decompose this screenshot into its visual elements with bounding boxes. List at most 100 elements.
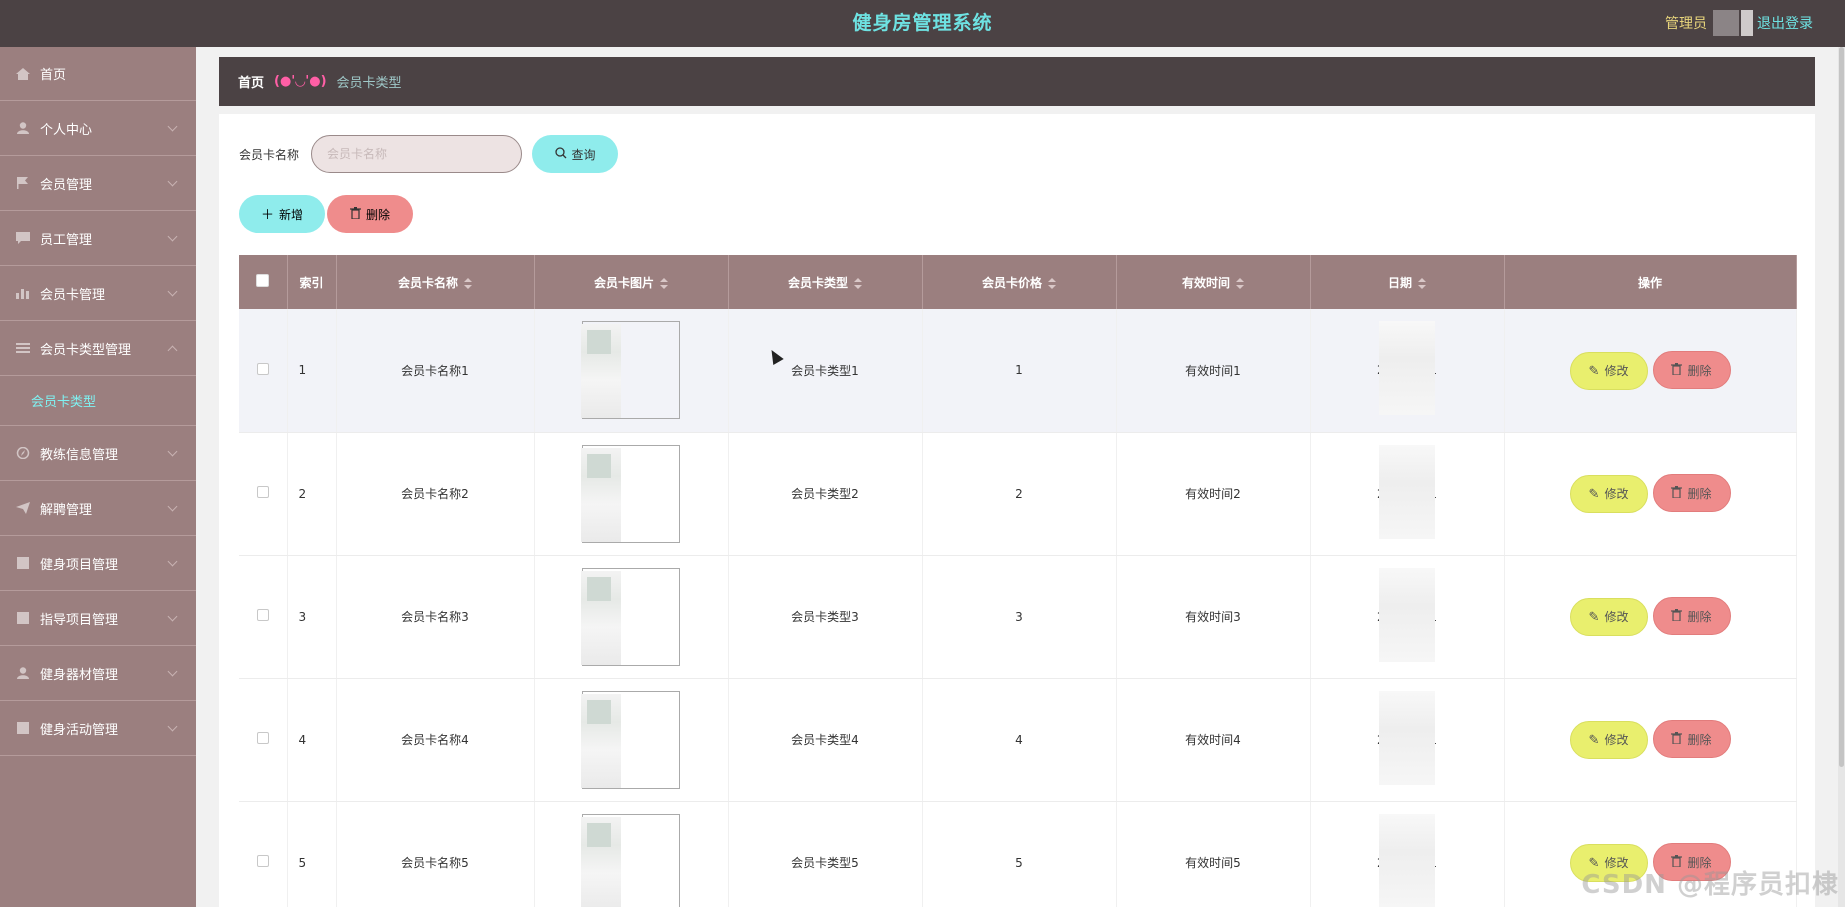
row-actions-cell: ✎ 修改 删除 xyxy=(1504,678,1797,802)
sidebar-item-label: 员工管理 xyxy=(40,232,93,248)
row-checkbox[interactable] xyxy=(256,609,269,621)
row-name: 会员卡名称2 xyxy=(336,432,535,556)
logout-link[interactable]: 退出登录 xyxy=(1757,13,1813,33)
breadcrumb-home[interactable]: 首页 xyxy=(238,72,264,91)
edit-button[interactable]: ✎ 修改 xyxy=(1569,720,1648,759)
sort-icon[interactable] xyxy=(854,277,862,289)
date-mask xyxy=(1378,690,1435,785)
row-index: 1 xyxy=(287,309,337,433)
sidebar-item-label: 会员卡管理 xyxy=(40,287,106,303)
chevron-down-icon xyxy=(167,721,178,732)
column-header-label: 操作 xyxy=(1637,275,1662,290)
column-header-type[interactable]: 会员卡类型 xyxy=(728,255,923,309)
edit-button[interactable]: ✎ 修改 xyxy=(1569,474,1648,513)
row-checkbox[interactable] xyxy=(256,362,269,375)
sidebar-item-guidance-projects[interactable]: 指导项目管理 xyxy=(0,591,196,646)
search-label: 会员卡名称 xyxy=(239,147,300,162)
user-role: 管理员 xyxy=(1665,16,1707,32)
row-checkbox[interactable] xyxy=(256,732,269,744)
sidebar-item-cards[interactable]: 会员卡管理 xyxy=(0,266,196,321)
flag-icon xyxy=(16,177,30,189)
sidebar-item-staff[interactable]: 员工管理 xyxy=(0,211,196,266)
compass-icon xyxy=(16,446,30,460)
send-icon xyxy=(16,502,30,514)
trash-icon xyxy=(1671,609,1683,623)
chat-icon xyxy=(16,232,30,244)
card-image[interactable] xyxy=(581,813,680,907)
edit-button[interactable]: ✎ 修改 xyxy=(1569,597,1648,636)
search-button[interactable]: 查询 xyxy=(532,135,619,173)
delete-button[interactable]: 删除 xyxy=(1652,597,1731,636)
row-image-cell xyxy=(534,678,729,802)
row-checkbox[interactable] xyxy=(256,486,269,498)
row-index: 4 xyxy=(287,678,337,802)
column-header-name[interactable]: 会员卡名称 xyxy=(336,255,535,309)
row-price: 3 xyxy=(922,555,1117,679)
row-valid: 有效时间5 xyxy=(1116,801,1311,907)
card-image[interactable] xyxy=(581,690,680,789)
column-header-label: 日期 xyxy=(1387,275,1412,290)
column-header-valid[interactable]: 有效时间 xyxy=(1116,255,1311,309)
sidebar-item-equipment[interactable]: 健身器材管理 xyxy=(0,646,196,701)
row-valid: 有效时间4 xyxy=(1116,678,1311,802)
sidebar-item-activities[interactable]: 健身活动管理 xyxy=(0,701,196,756)
column-header-date[interactable]: 日期 xyxy=(1310,255,1505,309)
column-header-price[interactable]: 会员卡价格 xyxy=(922,255,1117,309)
card-image[interactable] xyxy=(581,444,680,543)
chevron-down-icon xyxy=(167,231,178,242)
sidebar: 首页 个人中心 会员管理 员工管理 会员卡管理 会员卡类型管理 会员卡类型 教练… xyxy=(0,47,196,907)
sort-icon[interactable] xyxy=(1418,277,1426,289)
row-valid: 有效时间3 xyxy=(1116,555,1311,679)
table-row: 5 会员卡名称5 会员卡类型5 5 有效时间5 2(1 ✎修改删除 xyxy=(239,801,1797,907)
sidebar-item-dismissal[interactable]: 解聘管理 xyxy=(0,481,196,536)
chart-icon xyxy=(16,287,30,299)
delete-button-label: 删除 xyxy=(1687,732,1712,747)
row-index: 2 xyxy=(287,432,337,556)
column-header-image[interactable]: 会员卡图片 xyxy=(534,255,729,309)
sidebar-item-coaches[interactable]: 教练信息管理 xyxy=(0,426,196,481)
image-mask xyxy=(587,576,611,601)
table-row: 4 会员卡名称4 会员卡类型4 4 有效时间4 2(1 ✎ 修改 删除 xyxy=(239,678,1797,802)
sidebar-item-personal[interactable]: 个人中心 xyxy=(0,101,196,156)
edit-button[interactable]: ✎ 修改 xyxy=(1569,351,1648,390)
app-title: 健身房管理系统 xyxy=(852,12,993,34)
delete-button[interactable]: 删除 xyxy=(1652,720,1731,759)
sidebar-item-fitness-projects[interactable]: 健身项目管理 xyxy=(0,536,196,591)
row-price: 2 xyxy=(922,432,1117,556)
sort-icon[interactable] xyxy=(464,277,472,289)
row-type: 会员卡类型5 xyxy=(728,801,923,907)
row-image-cell xyxy=(534,555,729,679)
row-name: 会员卡名称5 xyxy=(336,801,535,907)
sidebar-item-home[interactable]: 首页 xyxy=(0,47,196,101)
row-select-cell xyxy=(239,309,288,433)
scrollbar-thumb[interactable] xyxy=(1839,47,1844,767)
avatar xyxy=(1713,10,1739,36)
table-header-row: 索引 会员卡名称 会员卡图片 会员卡类型 会员卡价格 有效时间 日期 操作 xyxy=(239,255,1797,309)
row-checkbox[interactable] xyxy=(256,855,269,867)
table-row: 3 会员卡名称3 会员卡类型3 3 有效时间3 2(1 ✎ 修改 删除 xyxy=(239,555,1797,679)
search-input[interactable] xyxy=(311,135,523,173)
delete-button-label: 删除 xyxy=(1687,609,1712,624)
chevron-down-icon xyxy=(167,501,178,512)
sidebar-item-label: 指导项目管理 xyxy=(40,612,119,628)
sort-icon[interactable] xyxy=(660,277,668,289)
delete-button[interactable]: 删除 xyxy=(1652,351,1731,389)
card-image[interactable] xyxy=(581,321,680,420)
page-scrollbar[interactable] xyxy=(1838,47,1845,907)
delete-button[interactable]: 删除 xyxy=(1652,474,1731,513)
add-button[interactable]: ＋ 新增 xyxy=(239,195,325,233)
sidebar-item-members[interactable]: 会员管理 xyxy=(0,156,196,211)
sidebar-subitem-card-type[interactable]: 会员卡类型 xyxy=(0,376,196,426)
sort-icon[interactable] xyxy=(1048,277,1056,289)
card-image[interactable] xyxy=(581,567,680,666)
user-icon xyxy=(16,667,30,679)
sidebar-item-card-types[interactable]: 会员卡类型管理 xyxy=(0,321,196,376)
breadcrumb: 首页 (●'◡'●) 会员卡类型 xyxy=(219,57,1815,106)
sort-icon[interactable] xyxy=(1236,277,1244,289)
edit-button-label: 修改 xyxy=(1604,364,1629,378)
bulk-delete-button[interactable]: 删除 xyxy=(327,195,413,233)
sidebar-item-label: 会员卡类型管理 xyxy=(40,342,132,358)
select-all-checkbox[interactable] xyxy=(256,274,270,287)
date-mask xyxy=(1378,567,1435,662)
row-actions-cell: ✎ 修改 删除 xyxy=(1504,309,1797,433)
